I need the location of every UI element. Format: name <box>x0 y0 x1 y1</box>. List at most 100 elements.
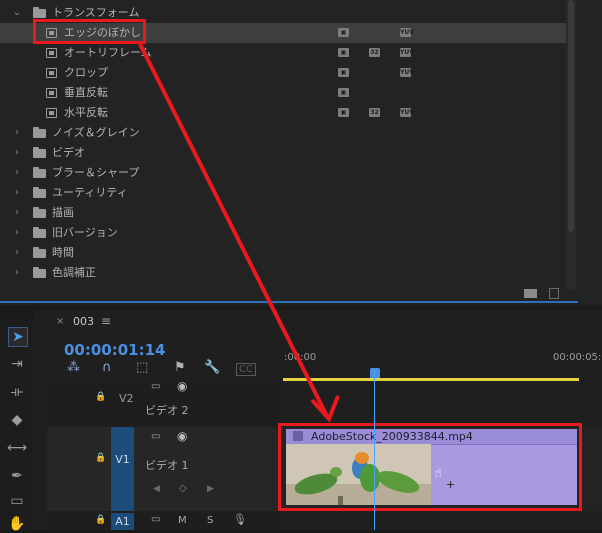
playhead-handle[interactable] <box>370 368 380 378</box>
playhead-line[interactable] <box>374 370 375 530</box>
track-output-icon[interactable]: ▭ <box>151 381 160 392</box>
track-v1-target[interactable]: V1 <box>111 427 134 511</box>
track-output-icon[interactable]: ▭ <box>151 514 160 525</box>
effect-item[interactable]: クロップ ▣ YUV <box>0 63 566 83</box>
effect-preset-icon <box>46 48 57 58</box>
folder-icon <box>33 167 46 178</box>
add-keyframe-icon[interactable]: ◇ <box>179 483 187 494</box>
ruler-end-label: 00:00:05:0 <box>553 352 602 363</box>
track-a1-target[interactable]: A1 <box>111 513 134 530</box>
effects-category-row[interactable]: › ブラー＆シャープ <box>0 163 566 183</box>
track-v2-lane[interactable] <box>283 382 602 427</box>
effects-category-label: 描画 <box>52 206 74 219</box>
ruler-start-label: :00:00 <box>284 352 317 363</box>
ripple-edit-icon[interactable]: ⟛ <box>8 383 26 401</box>
folder-icon <box>33 267 46 278</box>
folder-icon <box>33 127 46 138</box>
sequence-tab[interactable]: 003 <box>73 315 94 328</box>
chevron-right-icon[interactable]: › <box>12 243 22 263</box>
captions-icon[interactable]: CC <box>236 363 256 376</box>
effects-footer <box>0 287 578 301</box>
rectangle-icon[interactable]: ▭ <box>8 492 26 510</box>
effects-category-row[interactable]: › 色調補正 <box>0 263 566 283</box>
panel-menu-icon[interactable]: ≡ <box>101 314 111 328</box>
microphone-icon[interactable]: 🎙 <box>233 513 247 526</box>
chevron-right-icon[interactable]: › <box>12 183 22 203</box>
track-select-icon[interactable]: ⇥ <box>8 355 26 373</box>
effect-preset-icon <box>46 68 57 78</box>
work-area-bar[interactable] <box>283 378 579 381</box>
nest-icon[interactable]: ⁂ <box>67 360 80 375</box>
eye-icon[interactable]: ◉ <box>177 429 187 443</box>
chevron-right-icon[interactable]: › <box>12 163 22 183</box>
effect-item-label: 水平反転 <box>64 106 108 119</box>
track-v2-id: V2 <box>119 392 134 405</box>
slip-icon[interactable]: ⟷ <box>7 439 27 457</box>
effects-category-row[interactable]: › 描画 <box>0 203 566 223</box>
snap-icon[interactable]: ∩ <box>102 360 112 375</box>
chevron-right-icon[interactable]: › <box>12 223 22 243</box>
new-bin-icon[interactable] <box>524 289 537 298</box>
prev-keyframe-icon[interactable]: ◀ <box>153 484 160 494</box>
yuv-icon: YUV <box>400 48 414 57</box>
next-keyframe-icon[interactable]: ▶ <box>207 484 214 494</box>
trash-icon[interactable] <box>549 288 559 299</box>
32bit-color-icon: 32 <box>369 108 380 117</box>
yuv-icon: YUV <box>400 28 414 37</box>
effects-category-label: 旧バージョン <box>52 226 118 239</box>
time-ruler[interactable]: :00:00 00:00:05:0 <box>283 342 602 382</box>
effects-category-row[interactable]: › 時間 <box>0 243 566 263</box>
folder-icon <box>33 207 46 218</box>
tools-panel: ➤ ⇥ ⟛ ◆ ⟷ ✒ ▭ ✋ <box>0 320 34 533</box>
chevron-down-icon[interactable]: ⌄ <box>12 3 22 23</box>
effect-item[interactable]: 垂直反転 ▣ <box>0 83 566 103</box>
32bit-color-icon: 32 <box>369 48 380 57</box>
settings-wrench-icon[interactable]: 🔧 <box>204 360 220 375</box>
chevron-right-icon[interactable]: › <box>12 123 22 143</box>
highlight-box-clip <box>278 423 582 511</box>
panel-focus-bar <box>0 301 578 303</box>
effect-item-label: オートリフレーム <box>64 46 152 59</box>
track-a1-lane[interactable] <box>283 513 602 530</box>
track-a1-header: 🔒 A1 ▭ M S 🎙 <box>47 513 283 530</box>
lock-icon[interactable]: 🔒 <box>95 392 106 402</box>
folder-icon <box>33 247 46 258</box>
effect-item[interactable]: 水平反転 ▣ 32 YUV <box>0 103 566 123</box>
highlight-box-effect <box>33 19 146 44</box>
lock-icon[interactable]: 🔒 <box>95 515 106 525</box>
chevron-right-icon[interactable]: › <box>12 263 22 283</box>
razor-icon[interactable]: ◆ <box>8 411 26 429</box>
effects-scrollbar[interactable] <box>566 0 576 290</box>
mute-button[interactable]: M <box>178 515 187 526</box>
lock-icon[interactable]: 🔒 <box>95 453 106 463</box>
effect-item[interactable]: オートリフレーム ▣ 32 YUV <box>0 43 566 63</box>
track-v2-header: 🔒 V2 ▭ ◉ ビデオ 2 <box>47 379 283 427</box>
accelerated-effect-icon: ▣ <box>338 108 349 117</box>
add-marker-icon[interactable]: ⚑ <box>174 360 186 375</box>
folder-icon <box>33 7 46 18</box>
pen-icon[interactable]: ✒ <box>8 467 26 485</box>
folder-icon <box>33 227 46 238</box>
track-v2-name: ビデオ 2 <box>145 404 189 417</box>
linked-selection-icon[interactable]: ⬚ <box>136 360 148 375</box>
solo-button[interactable]: S <box>207 515 213 526</box>
close-tab-icon[interactable]: × <box>56 316 64 327</box>
timecode-display[interactable]: 00:00:01:14 <box>64 341 166 359</box>
effects-category-row[interactable]: › ノイズ＆グレイン <box>0 123 566 143</box>
chevron-right-icon[interactable]: › <box>12 203 22 223</box>
effects-category-row[interactable]: › ビデオ <box>0 143 566 163</box>
scrollbar-thumb[interactable] <box>568 0 574 232</box>
hand-icon[interactable]: ✋ <box>8 515 26 533</box>
chevron-right-icon[interactable]: › <box>12 143 22 163</box>
selection-tool-icon[interactable]: ➤ <box>8 327 28 347</box>
effects-category-label: ビデオ <box>52 146 85 159</box>
effects-category-row[interactable]: › ユーティリティ <box>0 183 566 203</box>
effects-category-row[interactable]: › 旧バージョン <box>0 223 566 243</box>
eye-icon[interactable]: ◉ <box>177 379 187 393</box>
effect-item-label: 垂直反転 <box>64 86 108 99</box>
track-output-icon[interactable]: ▭ <box>151 431 160 442</box>
accelerated-effect-icon: ▣ <box>338 28 349 37</box>
accelerated-effect-icon: ▣ <box>338 88 349 97</box>
accelerated-effect-icon: ▣ <box>338 68 349 77</box>
effect-item-label: クロップ <box>64 66 108 79</box>
